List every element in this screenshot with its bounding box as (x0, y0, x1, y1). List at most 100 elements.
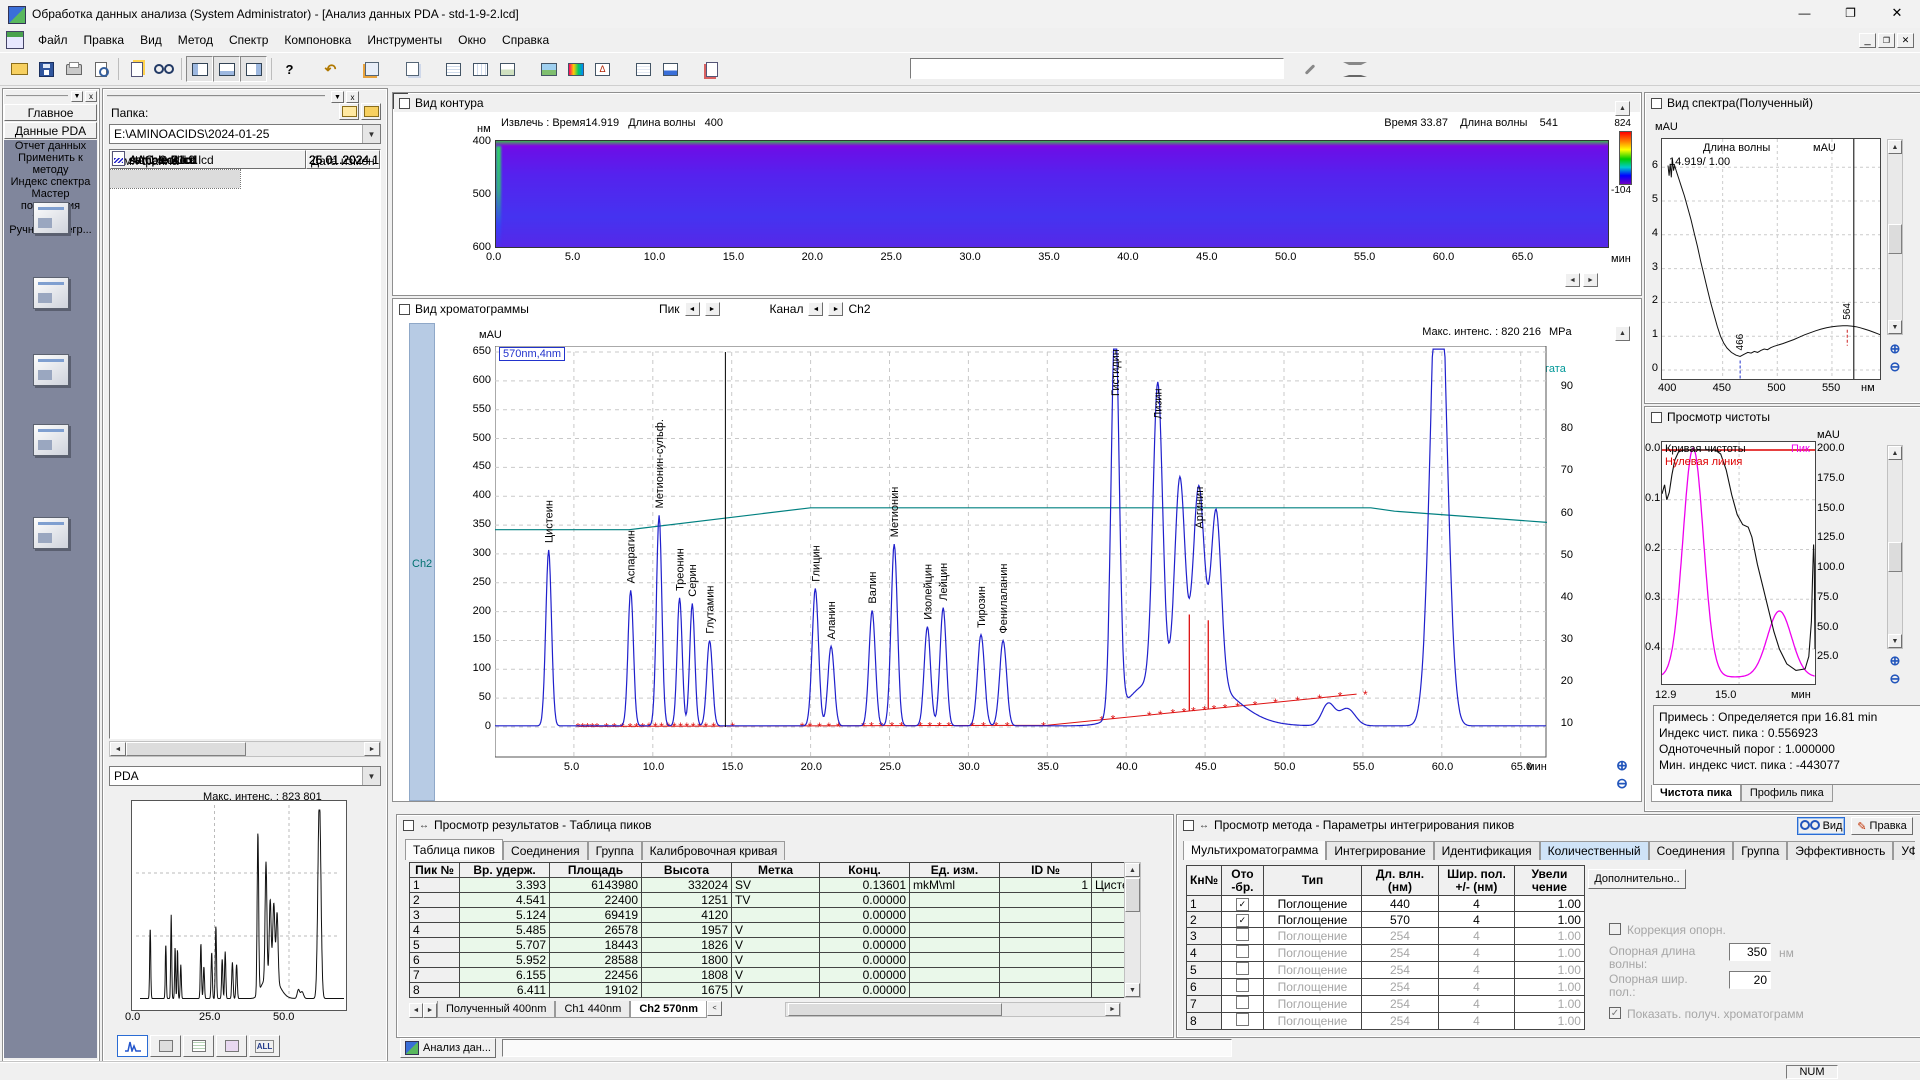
channel-tab-Ch2-570nm[interactable]: Ch2 570nm (630, 1001, 708, 1018)
method-tab-2[interactable]: Интегрирование (1326, 841, 1434, 860)
peak-table-row[interactable]: 8 6.411 19102 1675 V 0.00000 (409, 982, 1133, 998)
menu-Спектр[interactable]: Спектр (221, 30, 276, 50)
channel-tab-arrows[interactable]: ◄ ► (409, 1001, 437, 1018)
sidebar-item-3[interactable]: Индекс спектра (4, 176, 97, 188)
results-table[interactable]: Пик № Вр. удерж. Площадь Высота Метка Конц. Ед… (409, 862, 1133, 998)
chrom-zoom-in-icon[interactable]: ⊕ (1613, 757, 1631, 775)
method-table-grid[interactable]: Кн№ Ото -бр. Тип Дл. влн. (нм) Шир. пол. +/-… (1186, 865, 1585, 1030)
print-preview-button[interactable] (87, 56, 114, 82)
list-tab-icon[interactable] (183, 1035, 214, 1057)
open-button[interactable] (6, 56, 33, 82)
method-table-row[interactable]: 5 Поглощение 254 4 1.00 (1186, 961, 1585, 979)
chevron-down-icon[interactable]: ▼ (362, 767, 380, 785)
peak-table-header[interactable]: Ед. изм. (909, 862, 1000, 878)
menu-Справка[interactable]: Справка (494, 30, 557, 50)
spectrum-plot[interactable]: 466 564 (1661, 138, 1887, 383)
apply-method-button[interactable] (358, 56, 385, 82)
peak-table-header[interactable]: Метка (731, 862, 820, 878)
toolbar-search-input[interactable] (910, 58, 1284, 79)
report-button[interactable] (123, 56, 150, 82)
method-tab-5[interactable]: Соединения (1648, 841, 1734, 860)
sidebar-menu-button[interactable]: ▼ (71, 91, 83, 102)
purity-zoom-out-icon[interactable]: ⊖ (1886, 671, 1904, 687)
pane-restore-icon[interactable] (1183, 819, 1194, 831)
show-chromatogram-checkbox[interactable]: ✓ (1609, 1007, 1621, 1019)
filepanel-grip[interactable] (107, 95, 325, 101)
new-folder-icon[interactable] (339, 103, 359, 120)
table-grid-button[interactable] (467, 56, 494, 82)
file-row-AAC-std-1-9.lcd[interactable]: AAC-std-1-9.lcd 25.01.2024 1 (110, 151, 380, 290)
method-table-row[interactable]: 7 Поглощение 254 4 1.00 (1186, 995, 1585, 1013)
channel-prev-button[interactable]: ◄ (808, 302, 824, 316)
mdi-minimize-button[interactable]: _ (1859, 32, 1876, 48)
method-table-row[interactable]: 4 Поглощение 254 4 1.00 (1186, 944, 1585, 962)
purity-tab-2[interactable]: Профиль пика (1740, 785, 1833, 802)
contour-right-arrow[interactable]: ► (1583, 273, 1598, 287)
file-list[interactable]: Имя файла Дата измен std-1-9-2.lcd 26.01.20… (109, 149, 381, 739)
purity-plot[interactable] (1661, 441, 1816, 685)
channel-tag-strip[interactable]: Ch2 (409, 323, 435, 801)
report-apply-button[interactable] (698, 56, 725, 82)
pane-restore-icon[interactable] (403, 819, 414, 831)
method-table-row[interactable]: 2 ✓ Поглощение 570 4 1.00 (1186, 911, 1585, 928)
pane-restore-icon[interactable] (1651, 97, 1662, 109)
spectrum-scrollbar[interactable]: ▲ ▼ (1887, 139, 1903, 335)
detector-combo[interactable]: PDA ▼ (109, 766, 381, 786)
file-row-AAC-std.lcd[interactable]: AAC-std.lcd 25.01.2024 1 (110, 151, 380, 310)
purity-tab-1[interactable]: Чистота пика (1651, 785, 1741, 802)
channel-tab-Полученный-400nm[interactable]: Полученный 400nm (437, 1001, 556, 1018)
report-tab-icon[interactable] (150, 1035, 181, 1057)
pane-restore-icon[interactable] (399, 303, 410, 315)
file-row-sample-3.lcd[interactable]: sample-3.lcd 26.01.2024 1 (110, 151, 380, 230)
file-row-sample.lcd[interactable]: sample.lcd 25.01.2024 1 (110, 151, 380, 270)
balance-button[interactable] (1341, 56, 1368, 82)
pane-restore-icon[interactable] (399, 97, 410, 109)
sidebar-item-2[interactable]: Применить к методу (4, 152, 97, 176)
copy-table-button[interactable] (399, 56, 426, 82)
table-export-button[interactable] (494, 56, 521, 82)
pane-expand-icon[interactable]: ↔ (1199, 820, 1209, 831)
file-row-std-1-9-2.lcd[interactable]: std-1-9-2.lcd 26.01.2024 1 (110, 151, 380, 190)
results-tab-2[interactable]: Соединения (503, 841, 588, 860)
open-folder-icon[interactable] (361, 103, 381, 120)
folder-path-combo[interactable]: E:\AMINOACIDS\2024-01-25 ▼ (109, 124, 381, 144)
contour-view-button[interactable] (562, 56, 589, 82)
correction-checkbox[interactable] (1609, 923, 1621, 935)
method-table-row[interactable]: 3 Поглощение 254 4 1.00 (1186, 927, 1585, 945)
ref-wavelength-field[interactable]: 350 (1729, 943, 1771, 961)
undo-button[interactable]: ↶ (317, 56, 344, 82)
ref-bandwidth-field[interactable]: 20 (1729, 971, 1771, 989)
method-tab-8[interactable]: УФ спектр (1893, 841, 1915, 860)
spectrum-zoom-in-icon[interactable]: ⊕ (1886, 341, 1904, 357)
layout-left-toggle[interactable] (186, 56, 213, 82)
print-button[interactable] (60, 56, 87, 82)
save-button[interactable] (33, 56, 60, 82)
peak-table-header[interactable]: Высота (641, 862, 732, 878)
results-tab-1[interactable]: Таблица пиков (405, 839, 504, 860)
channel-tab-scroll-left[interactable]: < (707, 1001, 723, 1016)
grid-view-button[interactable] (630, 56, 657, 82)
edit-button[interactable]: ✎ Правка (1851, 817, 1913, 835)
channel-tab-Ch1-440nm[interactable]: Ch1 440nm (555, 1001, 631, 1018)
sidebar-tab-main[interactable]: Главное (4, 104, 97, 121)
method-tab-6[interactable]: Группа (1733, 841, 1788, 860)
chevron-down-icon[interactable]: ▼ (362, 125, 380, 143)
wavelength-tag[interactable]: 570nm,4nm (499, 347, 566, 361)
file-row-sample-4.lcd[interactable]: sample-4.lcd 26.01.2024 1 (110, 151, 380, 210)
peak-prev-button[interactable]: ◄ (684, 302, 700, 316)
contour-plot[interactable] (495, 140, 1609, 248)
purity-zoom-in-icon[interactable]: ⊕ (1886, 653, 1904, 669)
document-icon[interactable] (6, 31, 24, 49)
mdi-close-button[interactable]: ✕ (1897, 32, 1914, 48)
peak-table-header[interactable]: Вр. удерж. (459, 862, 550, 878)
wrench-button[interactable] (1296, 56, 1323, 82)
peak-table-row[interactable]: 5 5.707 18443 1826 V 0.00000 (409, 937, 1133, 953)
pane-expand-icon[interactable]: ↔ (419, 820, 429, 831)
menu-Компоновка[interactable]: Компоновка (276, 30, 359, 50)
search-button[interactable] (150, 56, 177, 82)
method-table-row[interactable]: 1 ✓ Поглощение 440 4 1.00 (1186, 895, 1585, 912)
layout-bottom-toggle[interactable] (213, 56, 240, 82)
peak-table[interactable]: Пик № Вр. удерж. Площадь Высота Метка Конц. Ед… (409, 862, 1133, 998)
chromatogram-plot[interactable]: * * * * * * * * * * * * * * * * * * * * * * * * * * * * * * * * * * * * * * * *… (494, 345, 1600, 758)
pane-restore-icon[interactable] (1651, 411, 1662, 423)
